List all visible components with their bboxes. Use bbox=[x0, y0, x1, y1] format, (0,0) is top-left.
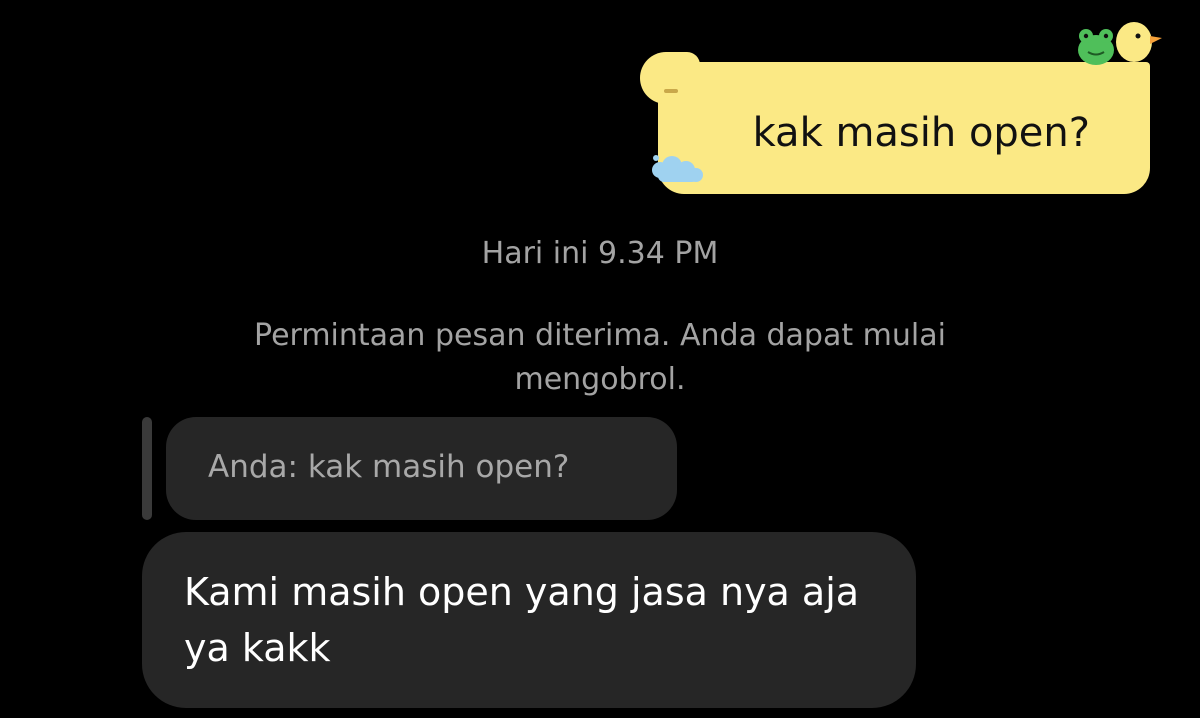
quoted-reply-text: Anda: kak masih open? bbox=[208, 449, 570, 485]
system-notice: Permintaan pesan diterima. Anda dapat mu… bbox=[254, 318, 946, 397]
sent-message-bubble[interactable]: kak masih open? bbox=[640, 52, 1150, 194]
reply-indicator-bar bbox=[142, 417, 152, 520]
cloud-icon bbox=[652, 155, 703, 182]
sent-message-text: kak masih open? bbox=[752, 110, 1090, 156]
message-timestamp: Hari ini 9.34 PM bbox=[481, 236, 719, 271]
duck-tail-decoration bbox=[640, 52, 700, 104]
frog-icon bbox=[1078, 29, 1114, 65]
line-mark-icon bbox=[664, 89, 678, 93]
sent-message-group: kak masih open? bbox=[640, 14, 1170, 194]
quoted-reply-bubble[interactable]: Anda: kak masih open? bbox=[166, 417, 677, 520]
received-message-bubble[interactable]: Kami masih open yang jasa nya aja ya kak… bbox=[142, 532, 916, 708]
received-message-text: Kami masih open yang jasa nya aja ya kak… bbox=[184, 570, 860, 670]
